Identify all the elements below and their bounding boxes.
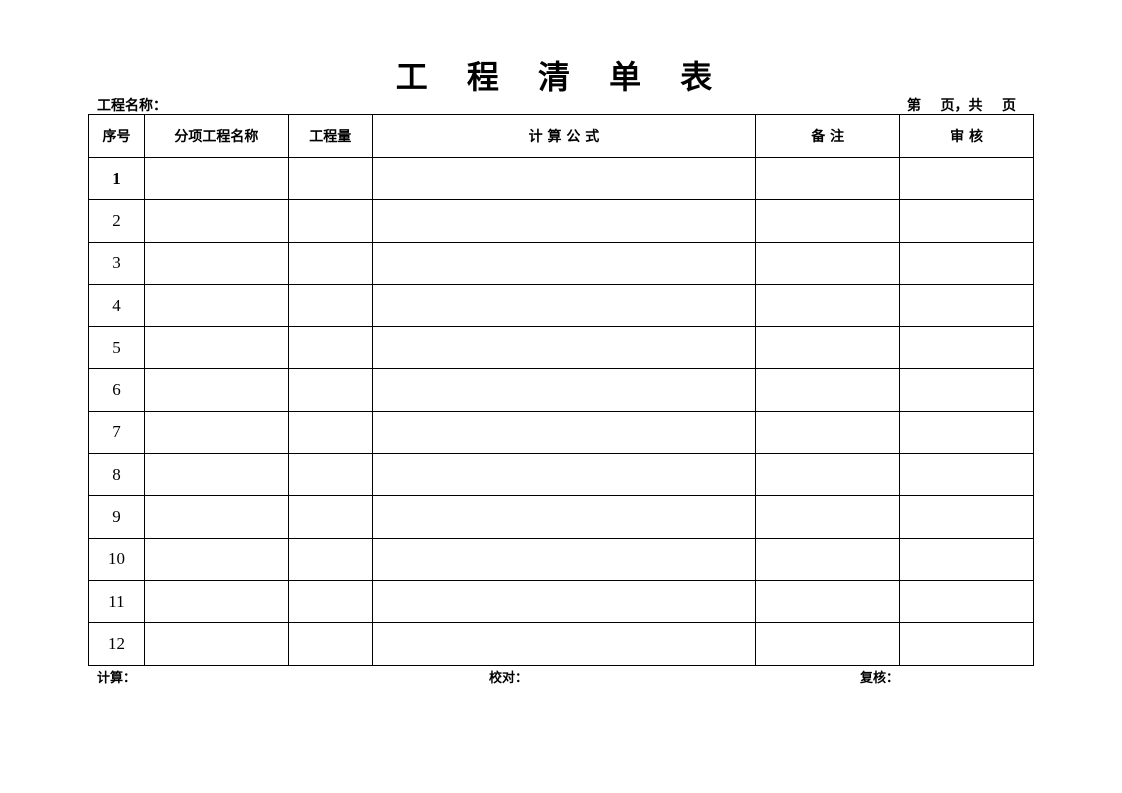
cell-remarks[interactable] [755,622,901,666]
cell-audit[interactable] [899,156,1034,201]
cell-remarks[interactable] [755,410,901,455]
cell-remarks[interactable] [755,368,901,412]
cell-quantity[interactable] [287,156,373,201]
table-row: 3 [88,241,1034,285]
cell-index: 1 [88,156,145,201]
cell-remarks[interactable] [755,326,901,370]
cell-formula[interactable] [371,368,757,412]
cell-audit[interactable] [899,453,1034,497]
cell-item-name[interactable] [143,495,289,539]
header-remarks: 备 注 [755,114,901,158]
cell-audit[interactable] [899,368,1034,412]
table-row: 7 [88,410,1034,455]
cell-remarks[interactable] [755,537,901,581]
table-row: 12 [88,622,1034,666]
table-row: 10 [88,537,1034,581]
cell-quantity[interactable] [287,410,373,455]
project-name-label: 工程名称： [97,98,167,114]
cell-remarks[interactable] [755,283,901,328]
cell-quantity[interactable] [287,368,373,412]
cell-index: 7 [88,410,145,455]
cell-quantity[interactable] [287,537,373,581]
cell-index: 10 [88,537,145,581]
cell-quantity[interactable] [287,241,373,285]
cell-remarks[interactable] [755,495,901,539]
cell-formula[interactable] [371,537,757,581]
cell-index: 6 [88,368,145,412]
cell-quantity[interactable] [287,326,373,370]
cell-index: 9 [88,495,145,539]
cell-index: 5 [88,326,145,370]
table-row: 5 [88,326,1034,370]
header-quantity: 工程量 [287,114,373,158]
table-row: 11 [88,579,1034,624]
cell-audit[interactable] [899,410,1034,455]
cell-index: 3 [88,241,145,285]
cell-audit[interactable] [899,622,1034,666]
cell-item-name[interactable] [143,283,289,328]
footer-calc-label: 计算： [97,671,137,686]
cell-formula[interactable] [371,283,757,328]
table-row: 8 [88,453,1034,497]
cell-item-name[interactable] [143,368,289,412]
cell-remarks[interactable] [755,199,901,243]
cell-index: 12 [88,622,145,666]
header-index: 序号 [88,114,145,158]
cell-item-name[interactable] [143,537,289,581]
header-formula: 计 算 公 式 [371,114,757,158]
cell-formula[interactable] [371,453,757,497]
cell-audit[interactable] [899,241,1034,285]
cell-audit[interactable] [899,283,1034,328]
cell-formula[interactable] [371,199,757,243]
cell-formula[interactable] [371,579,757,624]
cell-formula[interactable] [371,326,757,370]
table-row: 1 [88,156,1034,201]
quantity-table: 序号 分项工程名称 工程量 计 算 公 式 备 注 审 核 1234567891… [88,114,1034,666]
header-row: 序号 分项工程名称 工程量 计 算 公 式 备 注 审 核 [88,114,1034,158]
cell-formula[interactable] [371,622,757,666]
cell-index: 4 [88,283,145,328]
cell-item-name[interactable] [143,156,289,201]
cell-index: 2 [88,199,145,243]
cell-quantity[interactable] [287,495,373,539]
cell-item-name[interactable] [143,622,289,666]
cell-quantity[interactable] [287,579,373,624]
cell-remarks[interactable] [755,579,901,624]
cell-formula[interactable] [371,495,757,539]
cell-item-name[interactable] [143,199,289,243]
footer-check-label: 校对： [489,671,529,686]
cell-item-name[interactable] [143,579,289,624]
cell-quantity[interactable] [287,622,373,666]
cell-remarks[interactable] [755,453,901,497]
cell-audit[interactable] [899,495,1034,539]
header-item-name: 分项工程名称 [143,114,289,158]
cell-remarks[interactable] [755,241,901,285]
page-info: 第 页，共 页 [907,98,1016,114]
cell-formula[interactable] [371,410,757,455]
cell-index: 11 [88,579,145,624]
cell-quantity[interactable] [287,199,373,243]
footer-review-label: 复核： [860,671,900,686]
cell-item-name[interactable] [143,410,289,455]
cell-formula[interactable] [371,241,757,285]
header-audit: 审 核 [899,114,1034,158]
cell-item-name[interactable] [143,241,289,285]
cell-index: 8 [88,453,145,497]
cell-audit[interactable] [899,199,1034,243]
cell-audit[interactable] [899,537,1034,581]
page-title: 工 程 清 单 表 [395,58,727,96]
table-row: 4 [88,283,1034,328]
cell-audit[interactable] [899,326,1034,370]
cell-quantity[interactable] [287,283,373,328]
cell-audit[interactable] [899,579,1034,624]
cell-quantity[interactable] [287,453,373,497]
cell-item-name[interactable] [143,326,289,370]
cell-remarks[interactable] [755,156,901,201]
table-row: 9 [88,495,1034,539]
table-row: 2 [88,199,1034,243]
cell-item-name[interactable] [143,453,289,497]
table-row: 6 [88,368,1034,412]
cell-formula[interactable] [371,156,757,201]
